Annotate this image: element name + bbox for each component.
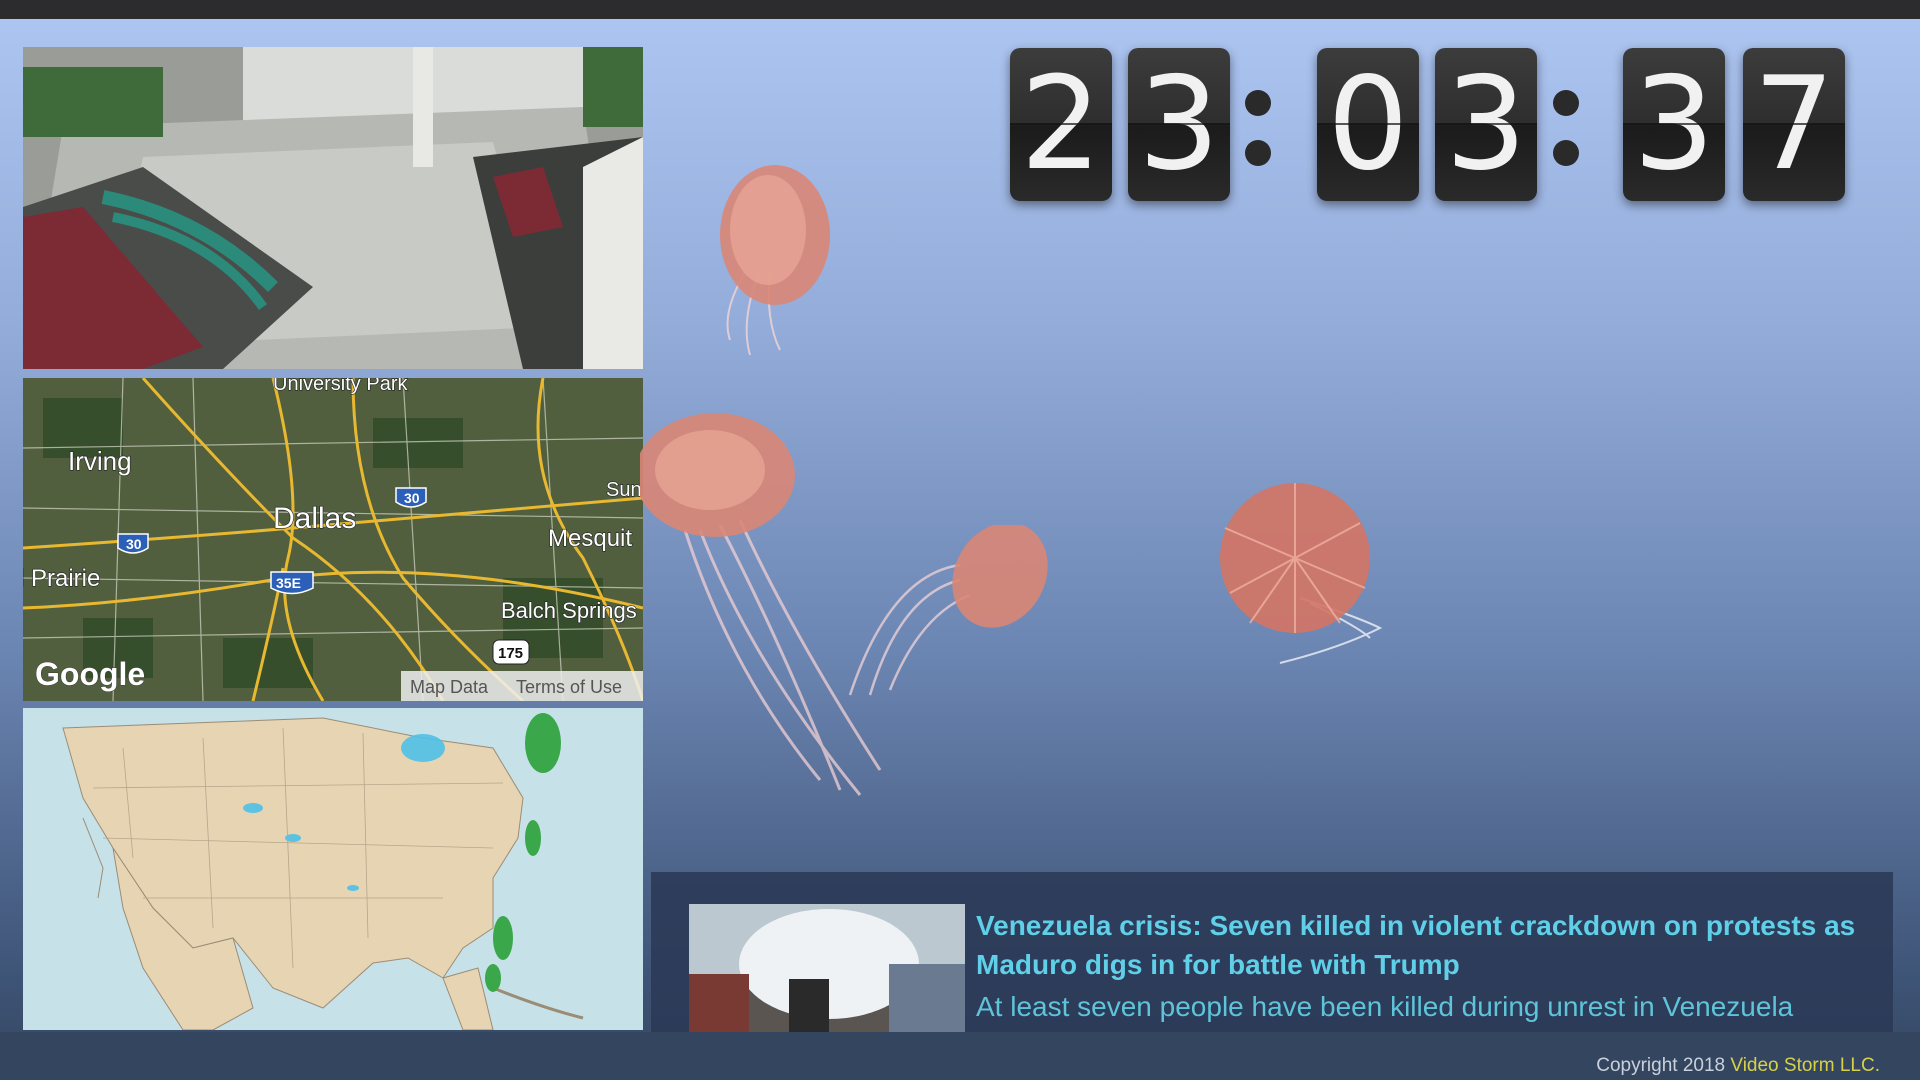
copyright-text: Copyright 2018 — [1596, 1055, 1731, 1076]
clock-colon-1 — [1245, 78, 1271, 178]
clock-hour-tens-digit: 2 — [1010, 48, 1112, 201]
news-card[interactable]: Venezuela crisis: Seven killed in violen… — [651, 872, 1893, 1032]
jellyfish-1 — [720, 165, 830, 356]
clock-minute-tens-digit: 0 — [1317, 48, 1419, 201]
interstate-30-shield-a: 30 — [395, 487, 427, 508]
top-bar — [0, 0, 1920, 19]
svg-text:30: 30 — [126, 536, 142, 552]
svg-text:175: 175 — [498, 645, 523, 662]
jellyfish-4 — [1220, 483, 1383, 664]
interstate-35e-shield: 35E — [270, 571, 314, 595]
news-summary: At least seven people have been killed d… — [976, 991, 1794, 1022]
clock-minute-ones-digit: 3 — [1435, 48, 1537, 201]
map-panel[interactable]: University Park Irving Dallas Sun Mesqui… — [23, 378, 643, 701]
copyright-notice: Copyright 2018 Video Storm LLC. — [1596, 1055, 1880, 1077]
camera-feed[interactable] — [23, 47, 643, 369]
satellite-map: University Park Irving Dallas Sun Mesqui… — [23, 378, 643, 701]
brand-link[interactable]: Video Storm LLC. — [1730, 1055, 1880, 1076]
svg-text:30: 30 — [404, 490, 420, 506]
map-data-link[interactable]: Map Data — [410, 677, 489, 697]
map-label-mesquite: Mesquit — [548, 525, 632, 552]
news-headline[interactable]: Venezuela crisis: Seven killed in violen… — [976, 906, 1876, 984]
svg-text:35E: 35E — [276, 575, 301, 591]
clock-second-ones-digit: 7 — [1743, 48, 1845, 201]
google-logo: Google — [35, 656, 145, 692]
weather-radar[interactable] — [23, 708, 643, 1030]
clock-second-tens-digit: 3 — [1623, 48, 1725, 201]
map-label-irving: Irving — [68, 446, 132, 476]
clock-colon-2 — [1553, 78, 1579, 178]
us-175-shield: 175 — [492, 639, 530, 665]
interstate-30-shield-b: 30 — [117, 533, 149, 554]
news-thumbnail — [689, 904, 965, 1032]
camera-image — [23, 47, 643, 369]
map-label-dallas: Dallas — [273, 502, 356, 535]
map-label-sunnyvale: Sun — [606, 479, 642, 501]
terms-of-use-link[interactable]: Terms of Use — [516, 677, 622, 697]
map-label-prairie: l Prairie — [23, 565, 100, 592]
map-label-balch-springs: Balch Springs — [501, 598, 637, 623]
jellyfish-3 — [848, 525, 1048, 696]
radar-map — [23, 708, 643, 1030]
clock-hour-ones-digit: 3 — [1128, 48, 1230, 201]
map-label-university-park: University Park — [273, 378, 408, 395]
